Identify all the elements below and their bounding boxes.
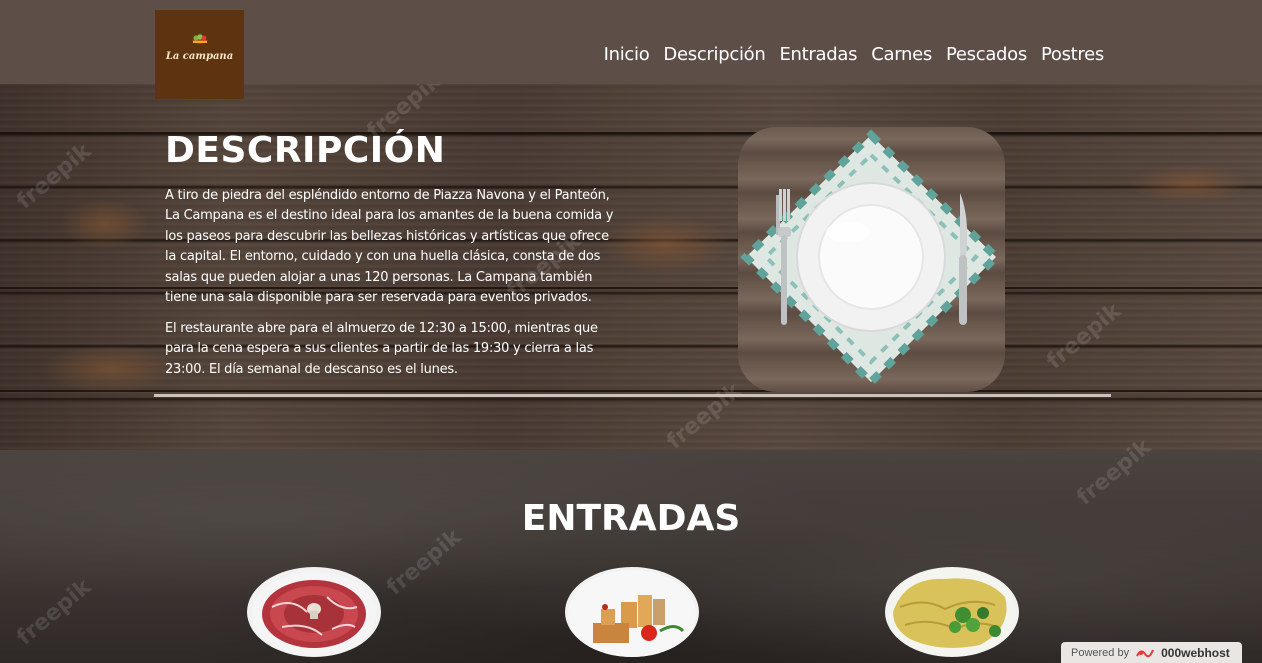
vegetables-icon: [192, 34, 208, 44]
webhost-logo-icon: [1136, 649, 1155, 657]
dish-jamon-image[interactable]: [247, 567, 381, 657]
dish-revuelto-image[interactable]: [885, 567, 1019, 657]
wood-knot: [40, 344, 180, 394]
scrambled-eggs-illustration: [888, 568, 1016, 656]
plate: [796, 182, 946, 332]
dish-tortilla-image[interactable]: [565, 567, 699, 657]
description-paragraph-1: A tiro de piedra del espléndido entorno …: [165, 188, 614, 306]
nav-descripcion[interactable]: Descripción: [663, 44, 765, 65]
site-logo[interactable]: La campana: [155, 10, 244, 99]
plank-divider: [0, 390, 1262, 392]
nav-entradas[interactable]: Entradas: [779, 44, 857, 65]
entradas-heading: ENTRADAS: [521, 498, 741, 539]
logo-text: La campana: [165, 51, 234, 62]
plate-setting-illustration: [740, 129, 1002, 388]
wood-knot: [1130, 164, 1250, 204]
nav-carnes[interactable]: Carnes: [871, 44, 932, 65]
watermark-text: freepik: [12, 574, 96, 651]
section-divider: [154, 394, 1111, 397]
powered-by-badge[interactable]: Powered by 000webhost: [1061, 642, 1242, 663]
powered-by-label: Powered by: [1071, 646, 1130, 659]
wood-knot: [60, 199, 150, 249]
main-nav: Inicio Descripción Entradas Carnes Pesca…: [604, 44, 1105, 65]
fried-squares-illustration: [568, 570, 696, 657]
nav-inicio[interactable]: Inicio: [604, 44, 650, 65]
watermark-text: freepik: [1042, 298, 1126, 375]
nav-pescados[interactable]: Pescados: [946, 44, 1027, 65]
description-heading: DESCRIPCIÓN: [165, 130, 446, 171]
description-paragraph-2: El restaurante abre para el almuerzo de …: [165, 321, 598, 377]
ham-plate-illustration: [252, 572, 376, 656]
nav-postres[interactable]: Postres: [1041, 44, 1104, 65]
plate-image: [738, 127, 1005, 392]
knife: [959, 193, 968, 325]
powered-by-host: 000webhost: [1161, 645, 1230, 660]
